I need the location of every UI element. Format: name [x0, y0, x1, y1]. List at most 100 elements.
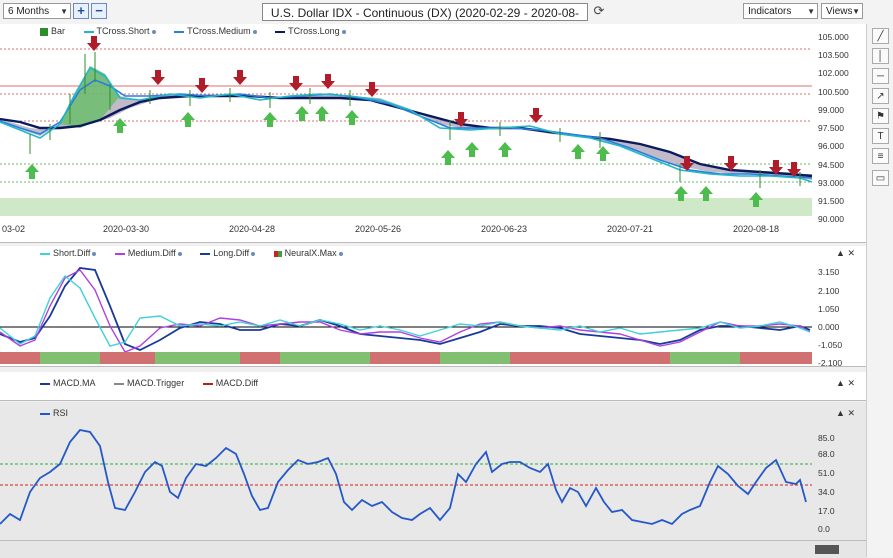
price-ytick: 90.000	[818, 214, 844, 224]
neuralx-segment	[155, 352, 240, 364]
medium-diff-line	[0, 269, 811, 353]
neuralx-segment	[440, 352, 510, 364]
diff-ytick: -1.050	[818, 340, 843, 350]
rsi-ytick: 0.0	[818, 524, 830, 534]
buy-arrow-icon	[345, 110, 359, 125]
neuralx-segment	[40, 352, 100, 364]
rsi-ytick: 17.0	[818, 506, 835, 516]
price-ytick: 91.500	[818, 196, 844, 206]
price-ytick: 93.000	[818, 178, 844, 188]
text-tool-icon[interactable]: T	[872, 128, 889, 144]
price-chart[interactable]	[0, 24, 866, 242]
buy-arrow-icon	[25, 164, 39, 179]
legend-macd-diff[interactable]: MACD.Diff	[202, 378, 259, 388]
macd-pane[interactable]: MACD.MA MACD.Trigger MACD.Diff ▲ ✕	[0, 372, 866, 401]
legend-label: MACD.MA	[53, 378, 96, 388]
price-ytick: 96.000	[818, 141, 844, 151]
diff-chart[interactable]	[0, 246, 866, 366]
legend-label: MACD.Diff	[215, 378, 259, 388]
sell-arrow-icon	[233, 70, 247, 85]
diff-ytick: 0.000	[818, 322, 840, 332]
chevron-down-icon: ▼	[807, 7, 815, 16]
rsi-ytick: 34.0	[818, 487, 835, 497]
price-ytick: 102.000	[818, 68, 849, 78]
period-select[interactable]: 6 Months ▼	[3, 3, 71, 19]
rsi-ytick: 51.0	[818, 468, 835, 478]
buy-arrow-icon	[498, 142, 512, 157]
vertical-line-icon[interactable]: │	[872, 48, 889, 64]
price-ytick: 105.000	[818, 32, 849, 42]
price-ytick: 99.000	[818, 105, 844, 115]
arrow-tool-icon[interactable]: ↗	[872, 88, 889, 104]
x-tick: 2020-03-30	[103, 224, 150, 234]
rsi-chart[interactable]	[0, 402, 866, 540]
x-tick: 03-02	[2, 224, 26, 234]
sell-arrow-icon	[151, 70, 165, 85]
scroll-thumb[interactable]	[815, 545, 839, 554]
neuralx-segment	[100, 352, 155, 364]
neuralx-segment	[280, 352, 370, 364]
buy-arrow-icon	[263, 112, 277, 127]
support-band	[0, 198, 812, 216]
macd-legend: MACD.MA MACD.Trigger MACD.Diff	[40, 378, 274, 388]
price-ytick: 97.500	[818, 123, 844, 133]
legend-macd-trigger[interactable]: MACD.Trigger	[114, 378, 184, 388]
buy-arrow-icon	[441, 150, 455, 165]
x-tick: 2020-05-26	[355, 224, 402, 234]
instrument-title[interactable]: U.S. Dollar IDX - Continuous (DX) (2020-…	[262, 3, 588, 38]
neuralx-segment	[240, 352, 280, 364]
diff-ytick: 2.100	[818, 286, 840, 296]
price-pane[interactable]: Bar TCross.Short TCross.Medium TCross.Lo…	[0, 24, 866, 243]
flag-icon[interactable]: ⚑	[872, 108, 889, 124]
neuralx-strip	[0, 352, 812, 364]
buy-arrow-icon	[295, 106, 309, 121]
horizontal-scrollbar[interactable]	[0, 540, 866, 558]
period-value: 6 Months	[8, 6, 50, 17]
neuralx-segment	[670, 352, 740, 364]
buy-arrow-icon	[113, 118, 127, 133]
diff-ytick: 3.150	[818, 267, 840, 277]
comment-icon[interactable]: ▭	[872, 170, 889, 186]
diff-pane[interactable]: Short.Diff Medium.Diff Long.Diff NeuralX…	[0, 246, 866, 368]
x-tick: 2020-06-23	[481, 224, 528, 234]
sell-arrow-icon	[195, 78, 209, 93]
buy-arrow-icon	[596, 146, 610, 161]
rsi-ytick: 85.0	[818, 433, 835, 443]
views-select[interactable]: Views ▼	[821, 3, 863, 19]
fibonacci-icon[interactable]: ≡	[872, 148, 889, 164]
legend-macd-ma[interactable]: MACD.MA	[40, 378, 96, 388]
close-icon[interactable]: ✕	[847, 378, 855, 388]
swatch	[40, 382, 50, 385]
buy-arrow-icon	[315, 106, 329, 121]
neuralx-segment	[510, 352, 670, 364]
collapse-icon[interactable]: ▲	[836, 378, 845, 388]
buy-arrow-icon	[571, 144, 585, 159]
legend-label: MACD.Trigger	[127, 378, 185, 388]
drawing-tools-sidebar: ╱ │ ─ ↗ ⚑ T ≡ ▭	[866, 24, 893, 557]
swatch	[114, 382, 125, 385]
neuralx-segment	[370, 352, 440, 364]
x-tick: 2020-07-21	[607, 224, 654, 234]
indicators-select[interactable]: Indicators ▼	[743, 3, 818, 19]
buy-arrow-icon	[465, 142, 479, 157]
rsi-line	[0, 429, 807, 526]
neuralx-segment	[0, 352, 40, 364]
price-ytick: 103.500	[818, 50, 849, 60]
diagonal-line-icon[interactable]: ╱	[872, 28, 889, 44]
sell-arrow-icon	[289, 76, 303, 91]
neuralx-segment	[740, 352, 812, 364]
diff-ytick: 1.050	[818, 304, 840, 314]
toolbar: 6 Months ▼ + − U.S. Dollar IDX - Continu…	[0, 0, 893, 38]
rsi-pane[interactable]: RSI ▲ ✕ 85.0 68.0 51.0 34.0 17.0 0.0	[0, 402, 866, 541]
x-tick: 2020-08-18	[733, 224, 780, 234]
refresh-icon[interactable]: ⟳	[592, 4, 606, 18]
buy-arrow-icon	[181, 112, 195, 127]
sell-arrow-icon	[365, 82, 379, 97]
remove-button[interactable]: −	[91, 3, 107, 19]
views-label: Views	[826, 6, 853, 17]
rsi-ytick: 68.0	[818, 449, 835, 459]
swatch	[202, 382, 213, 385]
add-button[interactable]: +	[73, 3, 89, 19]
bull-cloud	[60, 66, 120, 128]
horizontal-line-icon[interactable]: ─	[872, 68, 889, 84]
